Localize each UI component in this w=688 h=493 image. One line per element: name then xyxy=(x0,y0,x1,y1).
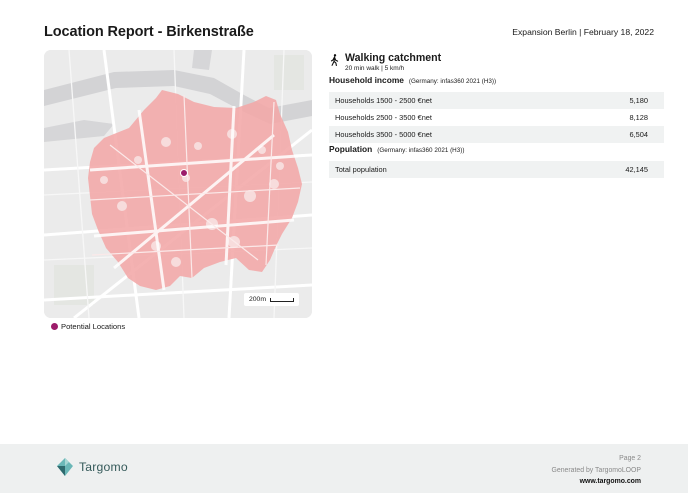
legend-dot-icon xyxy=(51,323,58,330)
catchment-map[interactable]: 200m xyxy=(44,50,312,318)
table-row: Households 2500 - 3500 €net 8,128 xyxy=(329,109,664,126)
catchment-title: Walking catchment xyxy=(345,52,442,64)
population-table: Total population 42,145 xyxy=(329,161,664,178)
table-row: Households 3500 - 5000 €net 6,504 xyxy=(329,126,664,143)
catchment-header: Walking catchment 20 min walk | 5 km/h xyxy=(330,52,441,72)
row-value: 6,504 xyxy=(629,130,649,139)
population-title: Population xyxy=(329,144,373,154)
footer-info: Page 2 Generated by TargomoLOOP www.targ… xyxy=(552,453,642,488)
table-row: Total population 42,145 xyxy=(329,161,664,178)
household-table: Households 1500 - 2500 €net 5,180 Househ… xyxy=(329,92,664,143)
targomo-logo-icon xyxy=(57,458,73,476)
household-title: Household income xyxy=(329,75,404,85)
row-label: Total population xyxy=(335,165,387,174)
row-label: Households 3500 - 5000 €net xyxy=(335,130,432,139)
generated-by: Generated by TargomoLOOP xyxy=(551,466,642,474)
row-value: 5,180 xyxy=(629,96,649,105)
row-value: 42,145 xyxy=(625,165,648,174)
row-label: Households 2500 - 3500 €net xyxy=(335,113,432,122)
walking-person-icon xyxy=(330,54,339,66)
potential-location-marker xyxy=(180,169,188,177)
row-value: 8,128 xyxy=(629,113,649,122)
household-source: (Germany: infas360 2021 (H3)) xyxy=(408,78,497,85)
map-scale: 200m xyxy=(243,293,299,306)
page-title: Location Report - Birkenstraße xyxy=(44,24,254,40)
map-canvas xyxy=(44,50,312,318)
population-heading: Population (Germany: infas360 2021 (H3)) xyxy=(329,144,464,154)
map-legend: Potential Locations xyxy=(51,322,125,331)
table-row: Households 1500 - 2500 €net 5,180 xyxy=(329,92,664,109)
household-income-heading: Household income (Germany: infas360 2021… xyxy=(329,75,496,85)
legend-label: Potential Locations xyxy=(61,322,126,331)
scale-bar xyxy=(270,297,294,302)
report-meta: Expansion Berlin | February 18, 2022 xyxy=(512,27,654,37)
catchment-subtitle: 20 min walk | 5 km/h xyxy=(345,65,405,72)
scale-label: 200m xyxy=(248,296,266,303)
page-number: Page 2 xyxy=(619,455,641,462)
targomo-logo[interactable]: Targomo xyxy=(56,457,128,477)
population-source: (Germany: infas360 2021 (H3)) xyxy=(377,147,465,154)
website-link[interactable]: www.targomo.com xyxy=(552,476,641,488)
page-footer: Targomo Page 2 Generated by TargomoLOOP … xyxy=(0,444,688,493)
row-label: Households 1500 - 2500 €net xyxy=(335,96,432,105)
brand-name: Targomo xyxy=(79,460,128,474)
